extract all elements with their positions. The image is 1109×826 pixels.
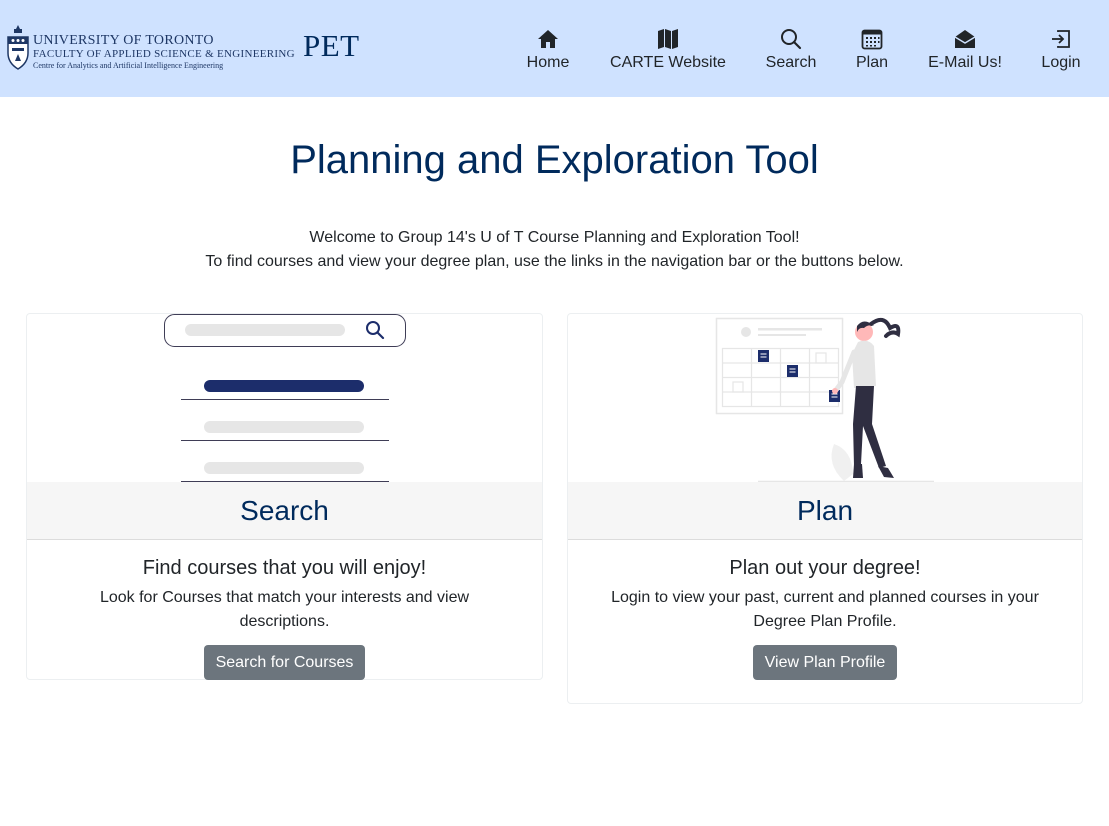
search-card-title: Search (240, 495, 329, 526)
nav-label-email: E-Mail Us! (928, 54, 1002, 71)
intro-line-instructions: To find courses and view your degree pla… (205, 253, 904, 270)
brand-name[interactable]: PET (303, 28, 360, 64)
search-for-courses-button[interactable]: Search for Courses (203, 645, 366, 680)
search-illustration (27, 314, 542, 482)
nav-item-search[interactable]: Search (762, 28, 820, 78)
nav-label-home: Home (526, 54, 570, 71)
view-plan-profile-button[interactable]: View Plan Profile (752, 645, 898, 680)
nav-item-home[interactable]: Home (524, 28, 572, 78)
logo-text-university: UNIVERSITY OF TORONTO (33, 33, 214, 48)
calendar-icon (861, 29, 883, 50)
home-icon (538, 30, 558, 48)
plan-illustration (568, 314, 1082, 482)
plan-card-header: Plan (568, 482, 1082, 540)
nav-label-plan: Plan (855, 54, 889, 71)
logo-text-faculty: FACULTY OF APPLIED SCIENCE & ENGINEERING (33, 48, 295, 60)
uoft-logo[interactable]: UNIVERSITY OF TORONTO FACULTY OF APPLIED… (7, 21, 295, 73)
search-card: Search Find courses that you will enjoy!… (26, 313, 543, 680)
plan-card-body: Plan out your degree! Login to view your… (568, 540, 1082, 680)
search-card-subtitle: Find courses that you will enjoy! (142, 557, 427, 579)
nav-item-plan[interactable]: Plan (852, 28, 892, 78)
nav-label-carte: CARTE Website (610, 54, 726, 71)
nav-label-login: Login (1041, 54, 1081, 71)
search-icon (781, 29, 802, 50)
nav-label-search: Search (765, 54, 817, 71)
plan-card-title: Plan (796, 495, 854, 526)
search-illustration-svg (164, 314, 406, 482)
plan-card-text: Login to view your past, current and pla… (611, 589, 1039, 630)
envelope-icon (954, 30, 976, 48)
plan-card-subtitle: Plan out your degree! (729, 557, 921, 579)
nav-item-email[interactable]: E-Mail Us! (924, 28, 1006, 78)
intro-text: Welcome to Group 14's U of T Course Plan… (0, 226, 1109, 274)
logo-text-centre: Centre for Analytics and Artificial Inte… (33, 61, 224, 70)
intro-line-welcome: Welcome to Group 14's U of T Course Plan… (309, 229, 800, 246)
page-title: Planning and Exploration Tool (290, 138, 819, 182)
search-card-text: Look for Courses that match your interes… (99, 589, 470, 630)
nav-item-login[interactable]: Login (1038, 28, 1084, 78)
search-card-header: Search (27, 482, 542, 540)
uoft-crest-icon (7, 25, 29, 70)
plan-card: Plan Plan out your degree! Login to view… (567, 313, 1083, 704)
map-icon (658, 29, 678, 49)
search-card-body: Find courses that you will enjoy! Look f… (27, 540, 542, 680)
nav-item-carte-website[interactable]: CARTE Website (606, 28, 730, 78)
top-navbar: UNIVERSITY OF TORONTO FACULTY OF APPLIED… (0, 0, 1109, 97)
login-icon (1052, 30, 1070, 48)
plan-illustration-svg (715, 317, 934, 482)
